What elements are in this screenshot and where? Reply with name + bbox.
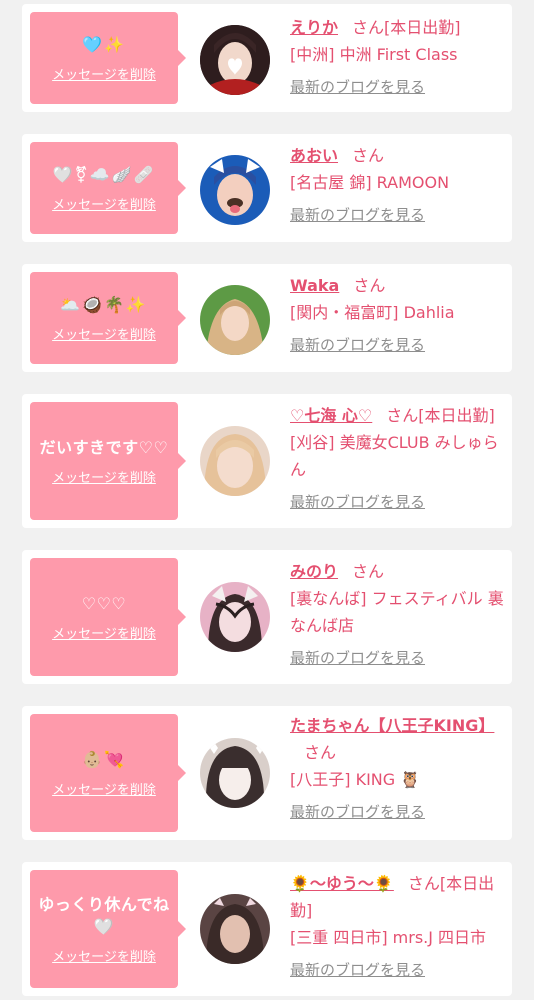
latest-blog-link[interactable]: 最新のブログを見る bbox=[290, 332, 425, 359]
delete-message-link[interactable]: メッセージを削除 bbox=[52, 324, 156, 343]
honorific: さん bbox=[352, 18, 385, 37]
message-card: ゆっくり休んでね🤍 メッセージを削除 🌻〜ゆう〜🌻 さん[本日出勤] [三重 四日… bbox=[22, 862, 512, 996]
today-badge: [本日出勤] bbox=[418, 406, 495, 425]
cast-name-link[interactable]: みのり bbox=[290, 562, 338, 581]
message-bubble: 👶🏼💘 メッセージを削除 bbox=[30, 714, 186, 832]
avatar[interactable] bbox=[200, 738, 270, 808]
avatar[interactable] bbox=[200, 582, 270, 652]
delete-message-link[interactable]: メッセージを削除 bbox=[52, 779, 156, 798]
shop-name: [三重 四日市] mrs.J 四日市 bbox=[290, 928, 487, 947]
shop-name: [刈谷] 美魔女CLUB みしゅらん bbox=[290, 433, 499, 479]
avatar-image bbox=[200, 582, 270, 652]
message-bubble: ♡♡♡ メッセージを削除 bbox=[30, 558, 186, 676]
message-bubble: だいすきです♡♡ メッセージを削除 bbox=[30, 402, 186, 520]
honorific: さん bbox=[353, 276, 386, 295]
latest-blog-link[interactable]: 最新のブログを見る bbox=[290, 799, 425, 826]
avatar-image bbox=[200, 894, 270, 964]
cast-info: えりか さん[本日出勤] [中洲] 中洲 First Class 最新のブログを見… bbox=[290, 14, 506, 101]
message-text: 🤍⚧☁️🪽🩹 bbox=[52, 164, 156, 184]
message-bubble: 🤍⚧☁️🪽🩹 メッセージを削除 bbox=[30, 142, 186, 234]
cast-info: みのり さん [裏なんば] フェスティバル 裏なんば店 最新のブログを見る bbox=[290, 558, 506, 672]
latest-blog-link[interactable]: 最新のブログを見る bbox=[290, 202, 425, 229]
honorific: さん bbox=[386, 406, 419, 425]
latest-blog-link[interactable]: 最新のブログを見る bbox=[290, 74, 425, 101]
honorific: さん bbox=[352, 146, 385, 165]
shop-name: [八王子] KING 🦉 bbox=[290, 770, 421, 789]
cast-info: Waka さん [関内・福富町] Dahlia 最新のブログを見る bbox=[290, 272, 506, 359]
cast-info: たまちゃん【八王子KING】さん [八王子] KING 🦉 最新のブログを見る bbox=[290, 712, 506, 826]
message-text: 🩵✨ bbox=[82, 34, 126, 54]
message-text: ゆっくり休んでね🤍 bbox=[38, 894, 170, 936]
honorific: さん bbox=[304, 743, 337, 762]
cast-name-link[interactable]: 🌻〜ゆう〜🌻 bbox=[290, 874, 394, 893]
avatar[interactable] bbox=[200, 155, 270, 225]
today-badge: [本日出勤] bbox=[384, 18, 461, 37]
cast-name-link[interactable]: Waka bbox=[290, 276, 339, 295]
message-card: 👶🏼💘 メッセージを削除 たまちゃん【八王子KING】さん [八王子] KING… bbox=[22, 706, 512, 840]
message-card: 🩵✨ メッセージを削除 えりか さん[本日出勤] [中洲] 中洲 First Cl… bbox=[22, 4, 512, 112]
avatar[interactable] bbox=[200, 25, 270, 95]
honorific: さん bbox=[352, 562, 385, 581]
avatar[interactable] bbox=[200, 426, 270, 496]
avatar[interactable] bbox=[200, 285, 270, 355]
delete-message-link[interactable]: メッセージを削除 bbox=[52, 194, 156, 213]
shop-name: [名古屋 錦] RAMOON bbox=[290, 173, 450, 192]
cast-name-link[interactable]: えりか bbox=[290, 18, 338, 37]
avatar-image bbox=[200, 426, 270, 496]
latest-blog-link[interactable]: 最新のブログを見る bbox=[290, 489, 425, 516]
delete-message-link[interactable]: メッセージを削除 bbox=[52, 946, 156, 965]
message-text: 🌥️🥥🌴✨ bbox=[60, 294, 148, 314]
message-card: だいすきです♡♡ メッセージを削除 ♡七海 心♡ さん[本日出勤] [刈谷] 美魔… bbox=[22, 394, 512, 528]
message-card: 🤍⚧☁️🪽🩹 メッセージを削除 あおい さん [名古屋 錦] RAMOON 最新の… bbox=[22, 134, 512, 242]
cast-info: あおい さん [名古屋 錦] RAMOON 最新のブログを見る bbox=[290, 142, 506, 229]
latest-blog-link[interactable]: 最新のブログを見る bbox=[290, 957, 425, 984]
message-bubble: 🌥️🥥🌴✨ メッセージを削除 bbox=[30, 272, 186, 364]
message-card: 🌥️🥥🌴✨ メッセージを削除 Waka さん [関内・福富町] Dahlia 最新… bbox=[22, 264, 512, 372]
delete-message-link[interactable]: メッセージを削除 bbox=[52, 64, 156, 83]
latest-blog-link[interactable]: 最新のブログを見る bbox=[290, 645, 425, 672]
cast-name-link[interactable]: たまちゃん【八王子KING】 bbox=[290, 716, 494, 735]
delete-message-link[interactable]: メッセージを削除 bbox=[52, 623, 156, 642]
avatar-image bbox=[200, 25, 270, 95]
delete-message-link[interactable]: メッセージを削除 bbox=[52, 467, 156, 486]
shop-name: [中洲] 中洲 First Class bbox=[290, 45, 458, 64]
shop-name: [裏なんば] フェスティバル 裏なんば店 bbox=[290, 589, 504, 635]
avatar-image bbox=[200, 285, 270, 355]
cast-name-link[interactable]: あおい bbox=[290, 146, 338, 165]
avatar[interactable] bbox=[200, 894, 270, 964]
shop-name: [関内・福富町] Dahlia bbox=[290, 303, 455, 322]
avatar-image bbox=[200, 155, 270, 225]
message-text: 👶🏼💘 bbox=[82, 749, 126, 769]
avatar-image bbox=[200, 738, 270, 808]
message-text: だいすきです♡♡ bbox=[39, 437, 169, 457]
cast-info: 🌻〜ゆう〜🌻 さん[本日出勤] [三重 四日市] mrs.J 四日市 最新のブログ… bbox=[290, 870, 506, 984]
message-bubble: ゆっくり休んでね🤍 メッセージを削除 bbox=[30, 870, 186, 988]
message-bubble: 🩵✨ メッセージを削除 bbox=[30, 12, 186, 104]
message-card: ♡♡♡ メッセージを削除 みのり さん [裏なんば] フェスティバル 裏なんば店 … bbox=[22, 550, 512, 684]
cast-info: ♡七海 心♡ さん[本日出勤] [刈谷] 美魔女CLUB みしゅらん 最新のブログ… bbox=[290, 402, 506, 516]
message-text: ♡♡♡ bbox=[81, 593, 127, 613]
honorific: さん bbox=[407, 874, 440, 893]
cast-name-link[interactable]: ♡七海 心♡ bbox=[290, 406, 372, 425]
